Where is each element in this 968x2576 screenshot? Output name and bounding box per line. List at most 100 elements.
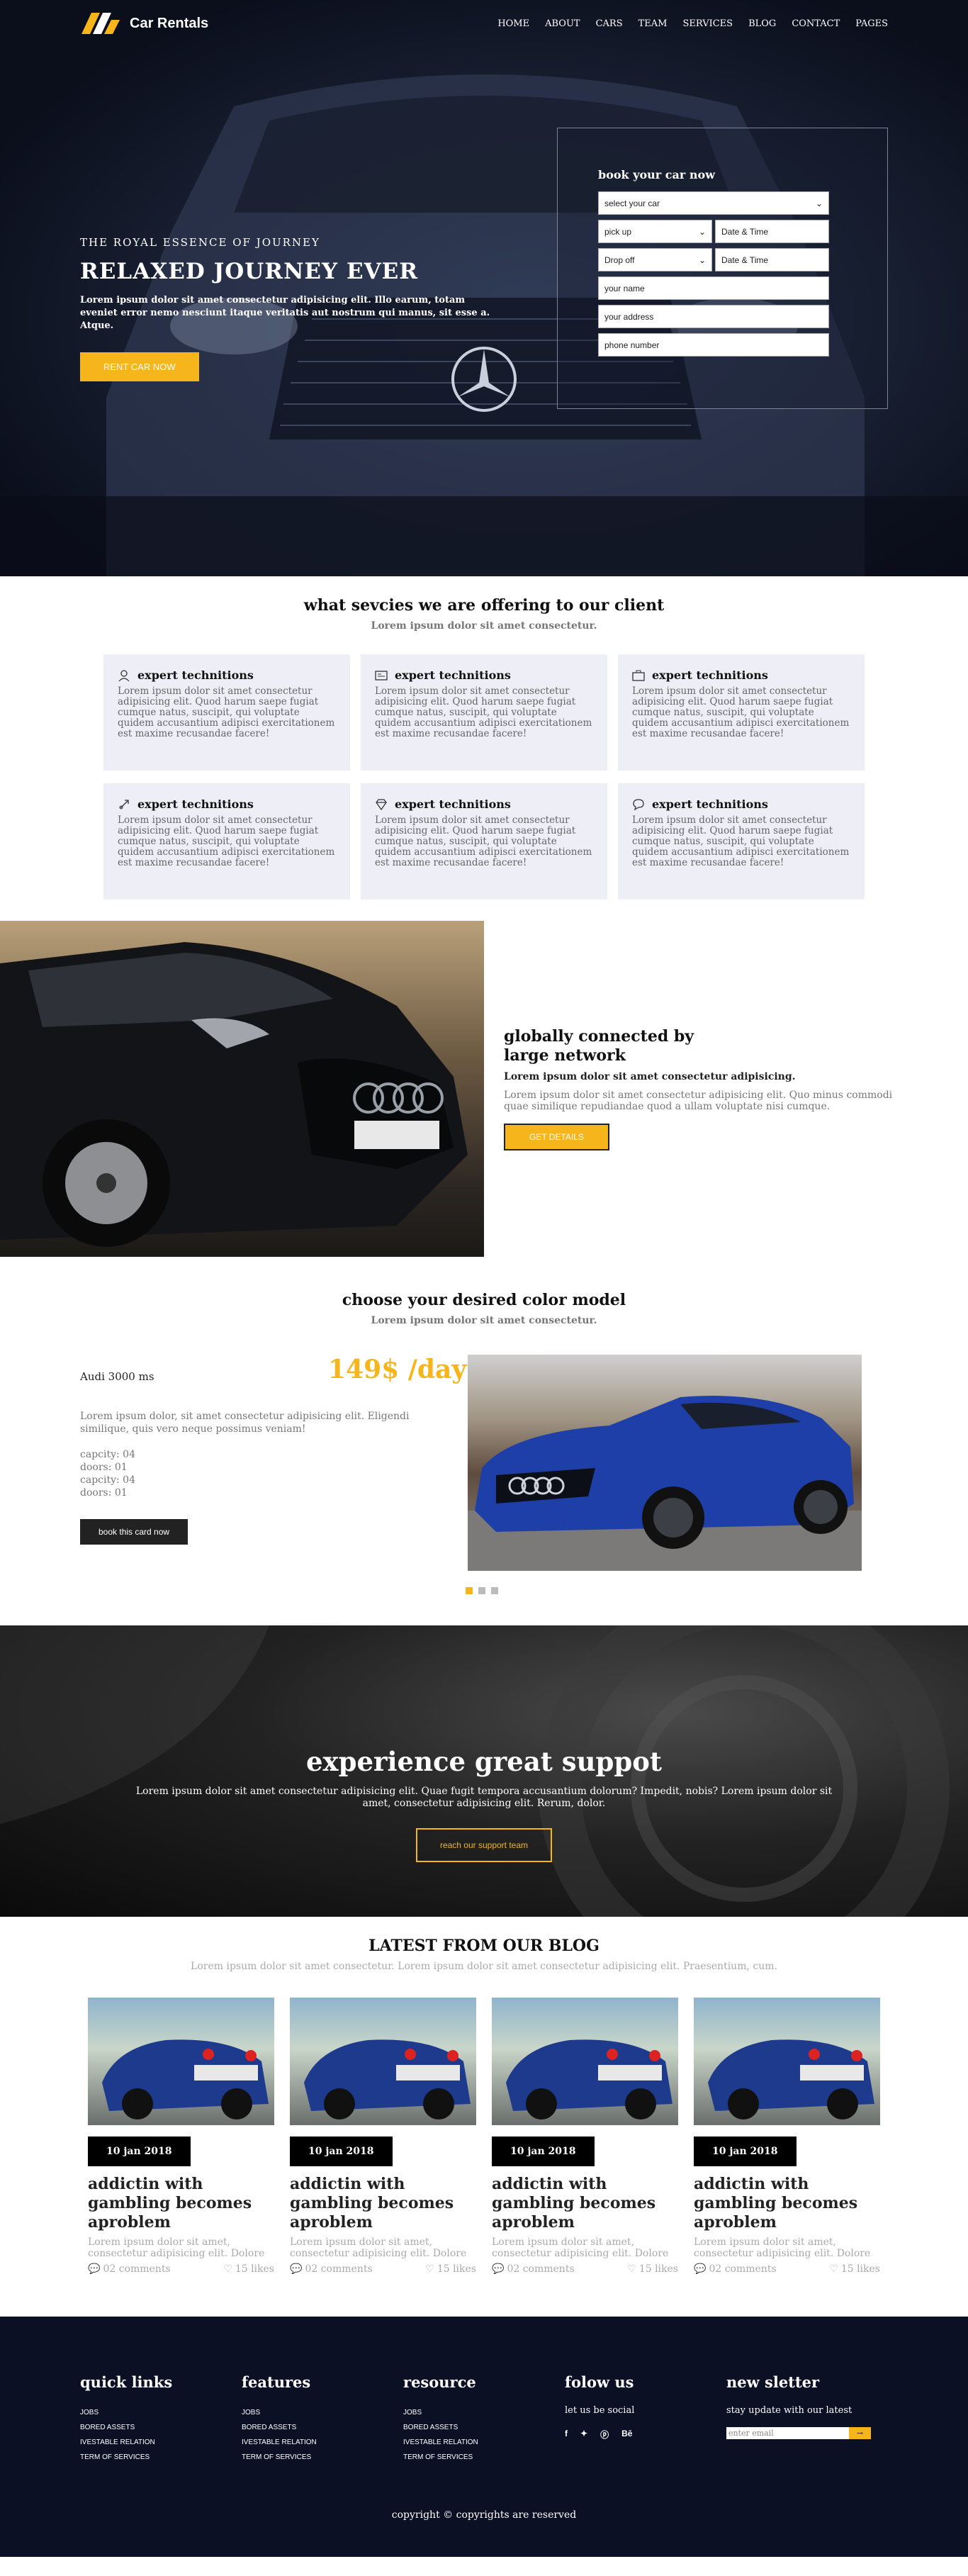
slider-dot[interactable] <box>478 1587 485 1594</box>
nav-team[interactable]: TEAM <box>638 18 668 29</box>
comments-link[interactable]: 💬 02 comments <box>88 2263 171 2275</box>
post-title[interactable]: addictin with gambling becomes aproblem <box>492 2175 678 2232</box>
get-details-button[interactable]: GET DETAILS <box>504 1124 609 1150</box>
pickup-select[interactable]: pick up ⌄ <box>598 220 712 243</box>
name-input[interactable]: your name <box>598 276 829 300</box>
model-details: Audi 3000 ms 149$ /day Lorem ipsum dolor… <box>80 1355 466 1545</box>
blog-post-image[interactable] <box>694 1998 880 2125</box>
footer-quick-links: quick links JOBS BORED ASSETS IVESTABLE … <box>80 2373 242 2465</box>
footer-link[interactable]: BORED ASSETS <box>80 2420 242 2435</box>
brand-logo[interactable]: Car Rentals <box>80 11 208 35</box>
nav-about[interactable]: ABOUT <box>545 18 580 29</box>
footer-link[interactable]: TERM OF SERVICES <box>403 2450 565 2465</box>
support-text: Lorem ipsum dolor sit amet consectetur a… <box>135 1786 833 1809</box>
comments-link[interactable]: 💬 02 comments <box>492 2263 575 2275</box>
footer-link[interactable]: TERM OF SERVICES <box>242 2450 403 2465</box>
booking-title: book your car now <box>598 168 715 181</box>
blog-post-image[interactable] <box>88 1998 274 2125</box>
footer-link[interactable]: TERM OF SERVICES <box>80 2450 242 2465</box>
service-text: Lorem ipsum dolor sit amet consectetur a… <box>632 685 850 739</box>
book-card-button[interactable]: book this card now <box>80 1519 188 1545</box>
service-card: expert technitions Lorem ipsum dolor sit… <box>103 783 350 900</box>
post-date: 10 jan 2018 <box>694 2137 797 2166</box>
dropoff-date-input[interactable]: Date & Time <box>715 248 829 271</box>
behance-icon[interactable]: Bē <box>621 2429 632 2441</box>
nav-home[interactable]: HOME <box>497 18 529 29</box>
support-team-button[interactable]: reach our support team <box>415 1828 553 1862</box>
booking-form: book your car now select your car ⌄ pick … <box>557 128 888 409</box>
post-title[interactable]: addictin with gambling becomes aproblem <box>88 2175 274 2232</box>
hero-description: Lorem ipsum dolor sit amet consectetur a… <box>80 295 490 331</box>
newsletter-email-input[interactable]: enter email <box>726 2427 849 2439</box>
likes-link[interactable]: ♡ 15 likes <box>223 2263 274 2275</box>
facebook-icon[interactable]: f <box>565 2429 568 2441</box>
likes-count: 15 likes <box>437 2263 476 2275</box>
hero-section: Car Rentals HOME ABOUT CARS TEAM SERVICE… <box>0 0 968 576</box>
footer-link[interactable]: IVESTABLE RELATION <box>80 2435 242 2450</box>
car-select[interactable]: select your car ⌄ <box>598 191 829 215</box>
twitter-icon[interactable]: ✦ <box>580 2429 587 2441</box>
pinterest-icon[interactable]: ⓟ <box>600 2429 609 2441</box>
service-text: Lorem ipsum dolor sit amet consectetur a… <box>118 685 335 739</box>
rent-car-button[interactable]: RENT CAR NOW <box>80 352 199 381</box>
service-title: expert technitions <box>395 668 511 682</box>
model-subtitle: Lorem ipsum dolor sit amet consectetur. <box>371 1315 597 1326</box>
footer-heading: features <box>242 2373 311 2391</box>
nav-services[interactable]: SERVICES <box>682 18 733 29</box>
comments-count: 02 comments <box>103 2263 171 2275</box>
nav-pages[interactable]: PAGES <box>855 18 888 29</box>
phone-input[interactable]: phone number <box>598 333 829 357</box>
service-card: expert technitions Lorem ipsum dolor sit… <box>618 783 865 900</box>
global-title-line2: large network <box>504 1046 626 1065</box>
briefcase-icon <box>632 670 645 681</box>
service-card: expert technitions Lorem ipsum dolor sit… <box>361 783 607 900</box>
global-text: Lorem ipsum dolor sit amet consectetur a… <box>504 1090 893 1112</box>
footer-link[interactable]: BORED ASSETS <box>403 2420 565 2435</box>
post-title[interactable]: addictin with gambling becomes aproblem <box>290 2175 476 2232</box>
dropoff-select[interactable]: Drop off ⌄ <box>598 248 712 271</box>
footer-link[interactable]: IVESTABLE RELATION <box>242 2435 403 2450</box>
likes-link[interactable]: ♡ 15 likes <box>425 2263 476 2275</box>
footer-link[interactable]: IVESTABLE RELATION <box>403 2435 565 2450</box>
footer-follow: folow us let us be social f ✦ ⓟ Bē <box>565 2373 726 2465</box>
blog-post-image[interactable] <box>290 1998 476 2125</box>
follow-text: let us be social <box>565 2405 635 2416</box>
post-title[interactable]: addictin with gambling becomes aproblem <box>694 2175 880 2232</box>
main-menu: HOME ABOUT CARS TEAM SERVICES BLOG CONTA… <box>497 18 888 29</box>
footer-newsletter: new sletter stay update with our latest … <box>726 2373 888 2465</box>
pickup-date-input[interactable]: Date & Time <box>715 220 829 243</box>
footer-link[interactable]: JOBS <box>403 2405 565 2420</box>
nav-blog[interactable]: BLOG <box>748 18 776 29</box>
comments-link[interactable]: 💬 02 comments <box>694 2263 777 2275</box>
nav-contact[interactable]: CONTACT <box>792 18 840 29</box>
global-network-section: globally connected by large network Lorem… <box>0 921 968 1257</box>
post-date: 10 jan 2018 <box>290 2137 393 2166</box>
footer-link[interactable]: JOBS <box>80 2405 242 2420</box>
likes-count: 15 likes <box>840 2263 880 2275</box>
model-description: Lorem ipsum dolor, sit amet consectetur … <box>80 1411 410 1435</box>
post-excerpt: Lorem ipsum dolor sit amet, consectetur … <box>88 2236 265 2259</box>
service-title: expert technitions <box>395 797 511 811</box>
top-nav: Car Rentals HOME ABOUT CARS TEAM SERVICE… <box>0 0 968 47</box>
dropoff-date-placeholder: Date & Time <box>721 254 769 265</box>
footer-heading: new sletter <box>726 2373 820 2391</box>
nav-cars[interactable]: CARS <box>596 18 623 29</box>
service-text: Lorem ipsum dolor sit amet consectetur a… <box>632 814 850 868</box>
service-text: Lorem ipsum dolor sit amet consectetur a… <box>118 814 335 868</box>
blog-posts: 10 jan 2018 addictin with gambling becom… <box>0 1998 968 2275</box>
likes-link[interactable]: ♡ 15 likes <box>829 2263 880 2275</box>
pickup-value: pick up <box>604 226 632 237</box>
slider-dot[interactable] <box>491 1587 498 1594</box>
service-text: Lorem ipsum dolor sit amet consectetur a… <box>375 814 592 868</box>
address-input[interactable]: your address <box>598 305 829 328</box>
footer-link[interactable]: BORED ASSETS <box>242 2420 403 2435</box>
services-title: what sevcies we are offering to our clie… <box>303 596 665 615</box>
comments-link[interactable]: 💬 02 comments <box>290 2263 373 2275</box>
newsletter-submit-button[interactable]: → <box>849 2427 871 2439</box>
slider-dot[interactable] <box>466 1587 473 1594</box>
footer-link[interactable]: JOBS <box>242 2405 403 2420</box>
likes-count: 15 likes <box>638 2263 678 2275</box>
comments-count: 02 comments <box>507 2263 575 2275</box>
blog-post-image[interactable] <box>492 1998 678 2125</box>
likes-link[interactable]: ♡ 15 likes <box>627 2263 678 2275</box>
